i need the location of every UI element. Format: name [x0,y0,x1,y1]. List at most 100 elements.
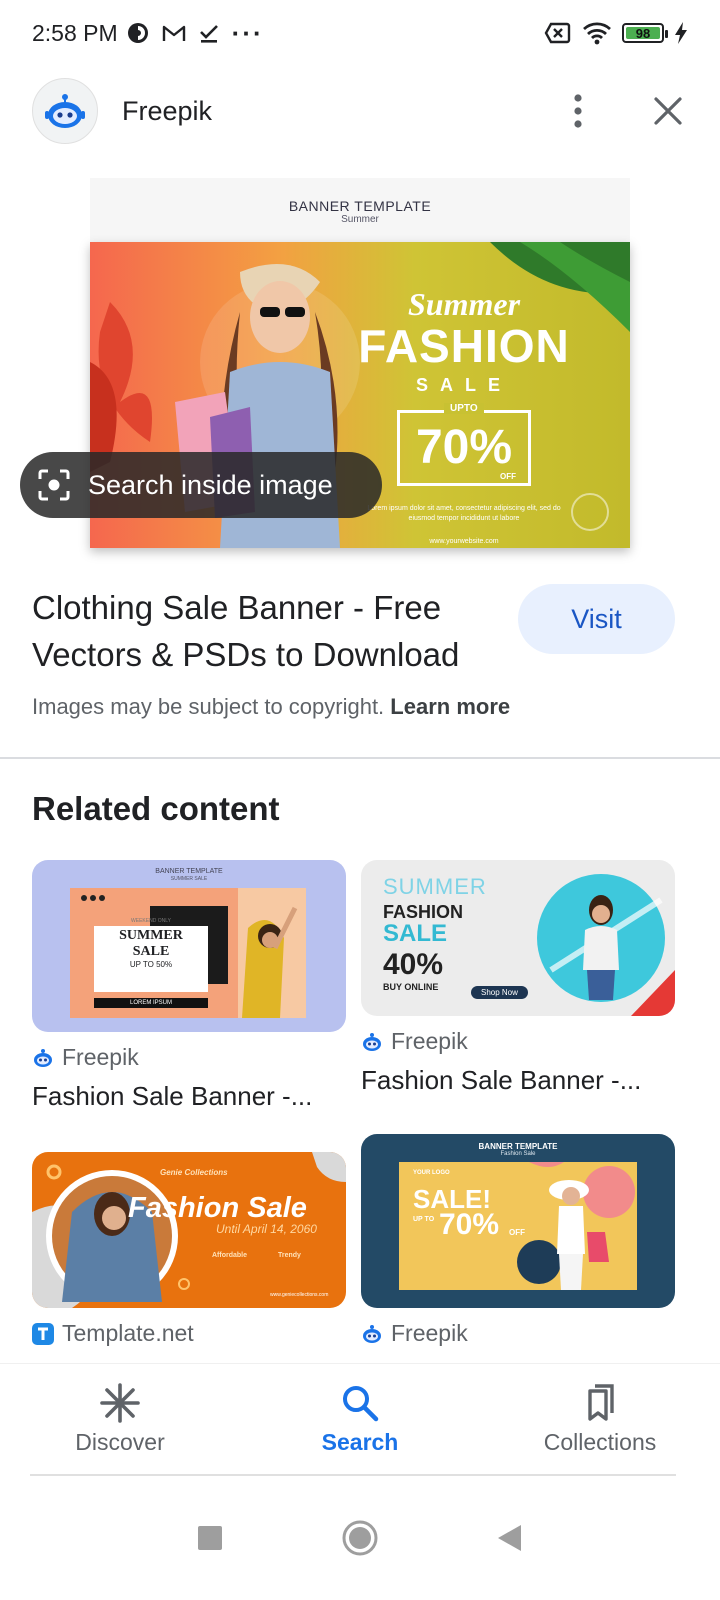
thumb-artwork [517,1162,635,1290]
data-saver-icon [127,23,148,43]
thumb-caption: BANNER TEMPLATE [478,1142,558,1151]
banner-sale: SALE [415,375,512,395]
banner-caption-title: BANNER TEMPLATE [288,198,432,214]
learn-more-link[interactable]: Learn more [390,694,510,719]
tasks-check-icon [199,25,218,43]
nav-collections-label: Collections [543,1428,657,1455]
template-net-icon [32,1322,54,1345]
banner-url: www.yourwebsite.com [429,538,499,545]
banner-discount-badge: UPTO 70% OFF [397,403,531,486]
bookmarks-icon [588,1383,614,1421]
bottom-navigation: Discover Search Collections [0,1364,720,1474]
thumb-caption-sub: SUMMER SALE [170,876,208,882]
related-thumbnail[interactable]: SUMMER FASHION SALE 40% BUY ONLINE Shop … [361,860,675,1016]
close-button[interactable] [648,91,688,131]
nav-collections[interactable]: Collections [480,1364,720,1474]
card-source-name: Freepik [391,1320,468,1346]
status-bar: 2:58 PM ··· 98 [0,0,720,66]
card-source: Freepik [361,1320,675,1347]
thumb-logo: YOUR LOGO [413,1170,450,1176]
thumb-weekend: WEEKEND ONLY [131,918,171,924]
lens-icon [38,469,70,501]
asterisk-icon [100,1382,140,1423]
thumb-col2: Trendy [278,1252,301,1259]
thumb-summer: SUMMER [383,874,487,899]
banner-upto: UPTO [444,403,484,414]
more-vert-icon [574,94,582,128]
result-title[interactable]: Clothing Sale Banner - Free Vectors & PS… [32,584,502,678]
thumb-brand: Genie Collections [160,1168,228,1177]
close-icon [654,97,682,125]
back-triangle-icon [498,1525,521,1551]
thumb-pct: 40% [383,948,444,981]
thumb-off: OFF [509,1228,525,1237]
thumb-sale-box: WEEKEND ONLY SUMMER SALE UP TO 50% [94,918,208,992]
thumb-col1: Affordable [212,1252,247,1259]
copyright-notice: Images may be subject to copyright. Lear… [32,694,510,720]
card-source-name: Freepik [62,1044,139,1070]
status-time: 2:58 PM [32,19,118,46]
search-icon [343,1385,379,1421]
banner-off: OFF [500,472,516,481]
thumb-banner: WEEKEND ONLY SUMMER SALE UP TO 50% LOREM… [70,888,306,1018]
system-navigation [0,1476,720,1600]
search-inside-image-label: Search inside image [88,469,333,500]
no-sim-icon [544,22,571,44]
freepik-robot-icon [34,1048,52,1067]
thumb-url: www.geniecollections.com [270,1292,329,1298]
home-button[interactable] [340,1518,380,1558]
banner-text-block: Summer FASHION SALE UPTO 70% OFF Lorem i… [354,286,574,545]
card-source: Freepik [32,1044,346,1071]
main-image-area[interactable]: BANNER TEMPLATE Summer Summer FASHION SA… [0,156,720,556]
card-source-name: Freepik [391,1028,468,1054]
back-button[interactable] [490,1518,530,1558]
status-notifications: ··· [126,18,264,49]
thumb-sale: SALE [383,920,448,947]
more-notifications: ··· [231,17,264,48]
card-title[interactable]: Fashion Sale Banner -... [361,1065,675,1096]
charging-bolt-icon [675,22,687,44]
nav-search-label: Search [321,1428,399,1455]
thumb-shop-now: Shop Now [471,986,528,999]
card-source: Freepik [361,1028,675,1055]
wifi-icon [583,22,611,45]
site-name[interactable]: Freepik [122,96,212,127]
nav-search[interactable]: Search [240,1364,480,1474]
thumb-caption: BANNER TEMPLATE [155,868,223,875]
related-card[interactable]: BANNER TEMPLATE Fashion Sale YOUR LOGO S… [361,1134,675,1347]
gmail-icon [162,25,185,41]
freepik-robot-icon [45,94,85,128]
home-circle-icon [342,1520,378,1556]
more-options-button[interactable] [558,91,598,131]
card-source-name: Template.net [62,1320,194,1346]
search-inside-image-button[interactable]: Search inside image [20,452,382,518]
related-thumbnail[interactable]: BANNER TEMPLATE Fashion Sale YOUR LOGO S… [361,1134,675,1308]
viewer-header: Freepik [0,66,720,156]
visit-button[interactable]: Visit [518,584,675,654]
thumb-summer: SUMMER [119,928,183,943]
card-title[interactable]: Fashion Sale Banner -... [32,1081,346,1112]
related-thumbnail[interactable]: Genie Collections Fashion Sale Until Apr… [32,1152,346,1308]
thumb-banner: YOUR LOGO SALE! UP TO 70% OFF [399,1162,637,1290]
site-logo[interactable] [32,78,98,144]
banner-caption-subtitle: Summer [341,214,379,225]
thumb-lorem: LOREM IPSUM [94,998,208,1008]
related-thumbnail[interactable]: BANNER TEMPLATE SUMMER SALE WEEKEND ONLY… [32,860,346,1032]
battery-level: 98 [635,25,651,41]
related-card[interactable]: BANNER TEMPLATE SUMMER SALE WEEKEND ONLY… [32,860,346,1112]
thumb-date: Until April 14, 2060 [216,1222,317,1236]
freepik-robot-icon [363,1032,381,1051]
card-source: Template.net [32,1320,346,1347]
thumb-title: Fashion Sale [128,1192,307,1224]
thumb-upto: UP TO [413,1216,435,1223]
nav-discover[interactable]: Discover [0,1364,240,1474]
banner-lorem: Lorem ipsum dolor sit amet, consectetur … [367,505,561,522]
recents-button[interactable] [190,1518,230,1558]
related-card[interactable]: Genie Collections Fashion Sale Until Apr… [32,1152,346,1347]
thumb-pct: 70% [439,1208,500,1241]
battery-icon: 98 [622,23,668,43]
result-info: Clothing Sale Banner - Free Vectors & PS… [0,556,720,758]
thumb-upto: UP TO 50% [129,960,173,969]
related-card[interactable]: SUMMER FASHION SALE 40% BUY ONLINE Shop … [361,860,675,1096]
recents-square-icon [198,1526,222,1550]
